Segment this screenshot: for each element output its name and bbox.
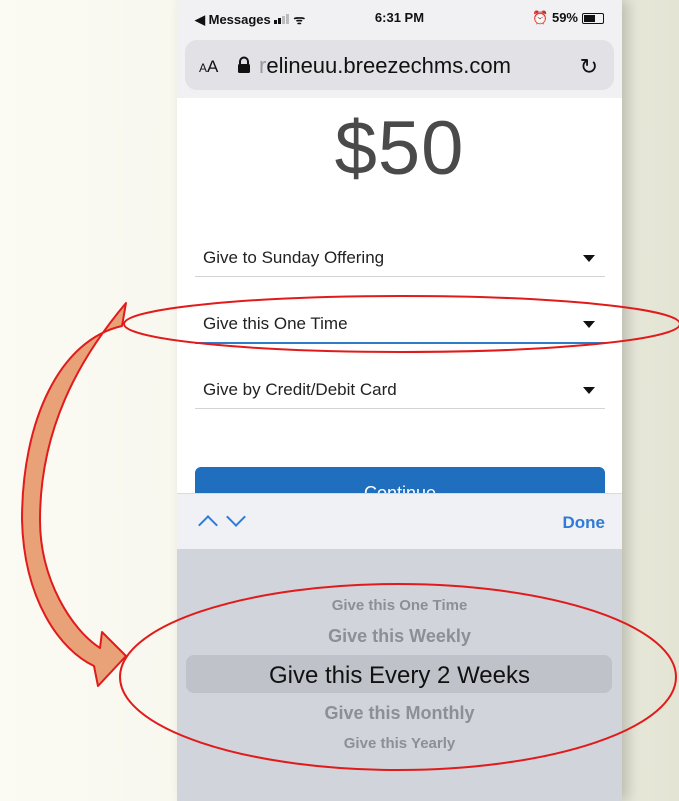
picker-option[interactable]: Give this Yearly (177, 735, 622, 752)
gift-amount: $50 (334, 106, 465, 191)
battery-icon (582, 13, 604, 25)
previous-field-icon[interactable] (198, 515, 218, 535)
caret-down-icon (583, 387, 595, 394)
status-battery: ⏰ 59% (532, 10, 604, 26)
frequency-select[interactable]: Give this One Time (195, 302, 605, 344)
picker-option[interactable]: Give this One Time (177, 597, 622, 614)
address-bar[interactable]: AA relineuu.breezechms.com ↻ (185, 40, 614, 90)
picker-option-selected[interactable]: Give this Every 2 Weeks (177, 662, 622, 690)
picker-option[interactable]: Give this Weekly (177, 626, 622, 647)
frequency-picker[interactable]: Give this One Time Give this Weekly Give… (177, 549, 622, 801)
status-bar: ◀ Messages ᯤ 6:31 PM ⏰ 59% (177, 0, 622, 34)
caret-down-icon (583, 321, 595, 328)
next-field-icon[interactable] (226, 507, 246, 527)
done-button[interactable]: Done (563, 513, 606, 533)
browser-toolbar: AA relineuu.breezechms.com ↻ (177, 34, 622, 98)
fund-select[interactable]: Give to Sunday Offering (195, 236, 605, 277)
caret-down-icon (583, 255, 595, 262)
frequency-select-value: Give this One Time (203, 314, 348, 333)
url-text: relineuu.breezechms.com (259, 53, 511, 78)
payment-method-select[interactable]: Give by Credit/Debit Card (195, 368, 605, 409)
lock-icon (238, 56, 250, 73)
reload-icon[interactable]: ↻ (580, 54, 598, 80)
text-size-button[interactable]: AA (199, 57, 218, 77)
payment-method-value: Give by Credit/Debit Card (203, 380, 397, 399)
alarm-icon: ⏰ (532, 10, 549, 25)
keyboard-toolbar: Done (177, 493, 622, 550)
phone-screen: ◀ Messages ᯤ 6:31 PM ⏰ 59% AA relineuu.b… (177, 0, 622, 801)
fund-select-value: Give to Sunday Offering (203, 248, 385, 267)
picker-option[interactable]: Give this Monthly (177, 703, 622, 724)
